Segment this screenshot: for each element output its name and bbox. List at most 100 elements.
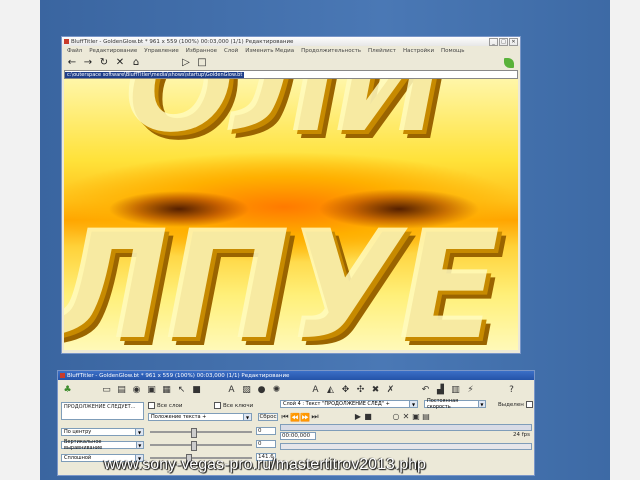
play-icon[interactable]: ▷ (180, 57, 192, 68)
forward-icon[interactable]: → (82, 57, 94, 68)
menu-help[interactable]: Помощь (441, 48, 464, 54)
url-text: c:\outerspace software\BluffTitler\media… (65, 71, 245, 78)
delete-key-icon[interactable]: ▤ (421, 412, 431, 421)
minimize-button[interactable]: _ (489, 37, 498, 46)
back-icon[interactable]: ← (66, 57, 78, 68)
video-preview[interactable]: ОЛИ ЛПУЕ (64, 79, 518, 350)
window-title: BluffTitler - GoldenGlow.bt * 961 x 559 … (71, 38, 294, 45)
menu-layer[interactable]: Слой (224, 48, 238, 54)
pointer-icon[interactable]: ↖ (176, 385, 187, 395)
reset-button[interactable]: Сброс (258, 413, 278, 421)
particles-icon[interactable]: ✺ (271, 385, 282, 395)
desktop-right (610, 0, 640, 480)
text-icon-2[interactable]: A (310, 385, 321, 395)
key-icon[interactable]: ○ (391, 412, 401, 421)
editor-toolbar: ♣ ▭ ▤ ◉ ▣ ▦ ↖ ■ A ▨ ● ✺ A ◭ ✥ ✣ ✖ ✗ ↶ ▟ … (58, 380, 534, 400)
editor-title-bar[interactable]: BluffTitler - GoldenGlow.bt * 961 x 559 … (58, 371, 534, 380)
preview-text-top: ОЛИ (124, 79, 443, 161)
slider-1-knob[interactable] (190, 428, 197, 438)
help-icon[interactable]: ? (506, 385, 517, 395)
wand-icon[interactable]: ⚡ (465, 385, 476, 395)
refresh-icon[interactable]: ↻ (98, 57, 110, 68)
record-icon[interactable]: ◉ (131, 385, 142, 395)
slider-2[interactable] (150, 441, 252, 451)
value-field-1[interactable]: 0 (256, 427, 276, 435)
watermark: www.sony-vegas-pro.ru/mastertitrov2013.p… (104, 456, 426, 473)
slider-1[interactable] (150, 428, 252, 438)
slider-2-knob[interactable] (190, 441, 197, 451)
playback-controls-top: ⏮ ⏪ ⏩ ⏭ (280, 412, 320, 422)
image-layer-icon[interactable]: ▨ (241, 385, 252, 395)
leaf-icon[interactable] (504, 57, 514, 68)
menu-media[interactable]: Изменить Медиа (245, 48, 294, 54)
chart-icon[interactable]: ▟ (435, 385, 446, 395)
render-icon[interactable]: ▥ (450, 385, 461, 395)
square-icon[interactable]: ■ (191, 385, 202, 395)
text-input[interactable]: ПРОДОЛЖЕНИЕ СЛЕДУЕТ... (61, 402, 144, 420)
picture-icon[interactable]: ▣ (146, 385, 157, 395)
checkbox-icon (525, 401, 533, 408)
move-icon[interactable]: ✥ (340, 385, 351, 395)
checkbox-icon (214, 402, 221, 409)
prev-key-icon[interactable]: ⏪ (290, 413, 300, 422)
keyframe-track[interactable] (280, 443, 532, 450)
layer-select[interactable]: Слой 4 : Текст "ПРОДОЛЖЕНИЕ СЛЕД" + ▼ (280, 400, 418, 408)
menu-file[interactable]: Файл (67, 48, 82, 54)
remove-key-icon[interactable]: ✕ (401, 412, 411, 421)
open-icon[interactable]: ▤ (116, 385, 127, 395)
plug-icon[interactable]: ✣ (355, 385, 366, 395)
play-icon[interactable]: ▶ (353, 412, 363, 421)
balloon-icon[interactable]: ● (256, 385, 267, 395)
delete-icon[interactable]: ✖ (370, 385, 381, 395)
cross-icon[interactable]: ✗ (385, 385, 396, 395)
first-key-icon[interactable]: ⏮ (280, 412, 290, 422)
menu-playlist[interactable]: Плейлист (368, 48, 396, 54)
home-icon[interactable]: ⌂ (130, 57, 142, 68)
layers-icon[interactable]: ▦ (161, 385, 172, 395)
stop-icon[interactable]: ■ (363, 412, 373, 421)
copy-key-icon[interactable]: ▣ (411, 412, 421, 421)
rotate-icon[interactable]: ↶ (420, 385, 431, 395)
app-icon (60, 373, 65, 378)
menu-edit[interactable]: Редактирование (89, 48, 137, 54)
url-field[interactable]: c:\outerspace software\BluffTitler\media… (64, 70, 518, 79)
close-button[interactable]: ✕ (509, 37, 518, 46)
chevron-down-icon: ▼ (135, 429, 143, 435)
stop-icon[interactable]: ✕ (114, 57, 126, 68)
align-horizontal-select[interactable]: По центру ▼ (61, 428, 144, 436)
preview-window[interactable]: BluffTitler - GoldenGlow.bt * 961 x 559 … (61, 36, 521, 354)
speed-select[interactable]: Постоянная скорость ▼ (424, 398, 486, 410)
fps-label: 24 fps (513, 432, 531, 438)
app-icon (64, 39, 69, 44)
time-field[interactable]: 00:00,000 (280, 432, 316, 440)
timeline-track[interactable] (280, 424, 532, 431)
menu-bar: Файл Редактирование Управление Избранное… (62, 46, 520, 55)
editor-window-title: BluffTitler - GoldenGlow.bt * 961 x 559 … (67, 372, 290, 379)
all-keys-checkbox[interactable]: Все ключи (214, 402, 253, 409)
navigation-toolbar: ← → ↻ ✕ ⌂ ▷ □ (62, 55, 520, 70)
chevron-down-icon: ▼ (477, 401, 485, 407)
chevron-down-icon: ▼ (409, 401, 417, 407)
logo-icon: ♣ (63, 385, 72, 395)
chevron-down-icon: ▼ (135, 442, 143, 448)
fill-icon[interactable]: ◭ (325, 385, 336, 395)
maximize-button[interactable]: □ (499, 37, 508, 46)
menu-favorites[interactable]: Избранное (186, 48, 217, 54)
text-layer-icon[interactable]: A (226, 385, 237, 395)
menu-control[interactable]: Управление (144, 48, 179, 54)
next-key-icon[interactable]: ⏩ (300, 413, 310, 422)
new-icon[interactable]: ▭ (101, 385, 112, 395)
selected-checkbox[interactable]: Выделен (498, 401, 535, 408)
title-bar[interactable]: BluffTitler - GoldenGlow.bt * 961 x 559 … (62, 37, 520, 46)
all-layers-checkbox[interactable]: Все слои (148, 402, 182, 409)
playback-controls: ▶ ■ ○ ✕ ▣ ▤ (353, 412, 431, 421)
menu-settings[interactable]: Настройки (403, 48, 434, 54)
last-key-icon[interactable]: ⏭ (310, 412, 320, 422)
value-field-2[interactable]: 0 (256, 440, 276, 448)
checkbox-icon (148, 402, 155, 409)
position-select[interactable]: Положение текста + ▼ (148, 413, 252, 421)
menu-duration[interactable]: Продолжительность (301, 48, 361, 54)
stop-square-icon[interactable]: □ (196, 57, 208, 68)
chevron-down-icon: ▼ (243, 414, 251, 420)
align-vertical-select[interactable]: Вертикальное выравнивание ▼ (61, 439, 144, 451)
